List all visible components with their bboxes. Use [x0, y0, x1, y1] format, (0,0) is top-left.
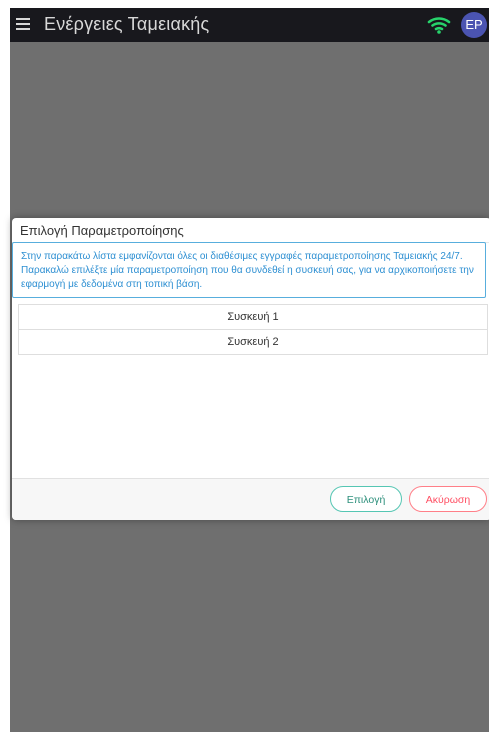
- menu-icon[interactable]: [16, 18, 30, 32]
- modal-title: Επιλογή Παραμετροποίησης: [20, 223, 184, 238]
- wifi-icon: [427, 17, 451, 34]
- cancel-button[interactable]: Ακύρωση: [409, 486, 487, 512]
- top-app-bar: Ενέργειες Ταμειακής ΕΡ: [10, 8, 489, 42]
- page-title: Ενέργειες Ταμειακής: [44, 14, 210, 34]
- modal-footer: Επιλογή Ακύρωση: [12, 478, 489, 520]
- modal-info-text: Στην παρακάτω λίστα εμφανίζονται όλες οι…: [12, 242, 486, 298]
- app-screen: Ενέργειες Ταμειακής ΕΡ Επιλογή Παραμετρο…: [10, 8, 489, 732]
- device-item-1[interactable]: Συσκευή 1: [18, 304, 488, 330]
- select-button[interactable]: Επιλογή: [330, 486, 402, 512]
- avatar[interactable]: ΕΡ: [461, 12, 487, 38]
- device-list: Συσκευή 1 Συσκευή 2: [18, 304, 488, 355]
- device-item-2[interactable]: Συσκευή 2: [18, 330, 488, 355]
- parameterization-modal: Επιλογή Παραμετροποίησης Στην παρακάτω λ…: [12, 218, 489, 520]
- modal-header: Επιλογή Παραμετροποίησης: [12, 218, 489, 243]
